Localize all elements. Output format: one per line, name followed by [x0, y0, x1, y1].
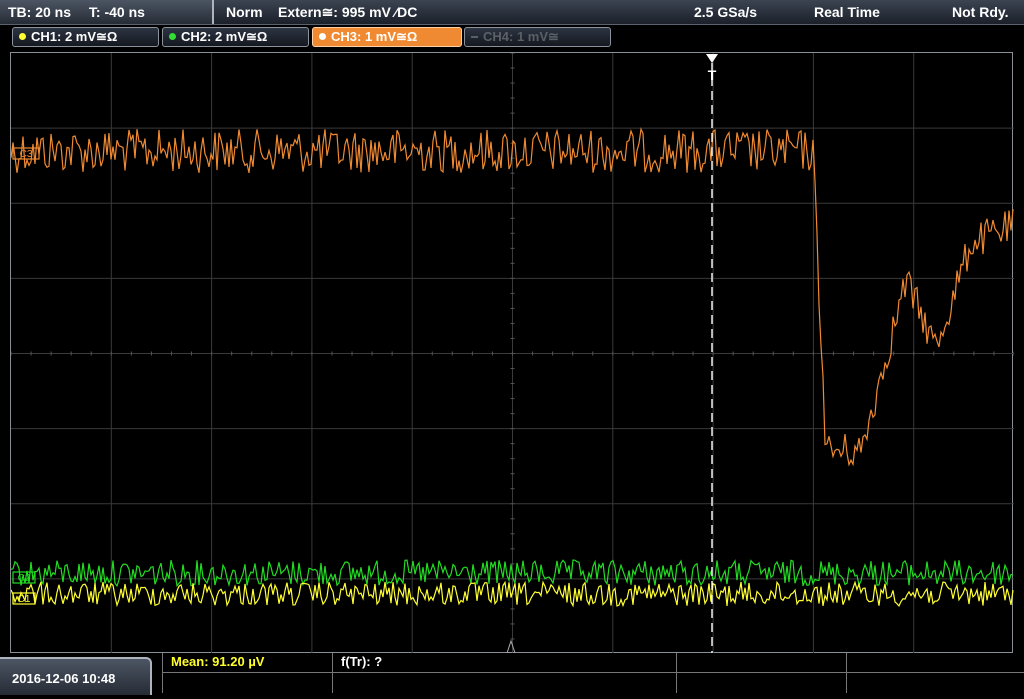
datetime: 2016-12-06 10:48 [0, 657, 152, 695]
channel-3-tab[interactable]: CH3: 1 mV≅Ω [312, 27, 462, 47]
channel-1-marker-label: C1 [18, 594, 31, 605]
timebase-value[interactable]: TB: 20 ns [8, 4, 71, 20]
status-bar: TB: 20 ns T: -40 ns Norm Extern≅: 995 mV… [0, 0, 1024, 25]
channel-tabs: CH1: 2 mV≅Ω CH2: 2 mV≅Ω CH3: 1 mV≅Ω CH4:… [0, 25, 1024, 49]
channel-2-label: CH2: 2 mV≅Ω [181, 29, 268, 44]
measurement-slot-3[interactable] [676, 653, 846, 673]
acquisition-state: Not Rdy. [952, 4, 1009, 20]
channel-1-dot-icon [19, 33, 26, 40]
channel-3-label: CH3: 1 mV≅Ω [331, 29, 418, 44]
trigger-source[interactable]: Extern≅: 995 mV ⁄DC [278, 0, 417, 24]
channel-1-tab[interactable]: CH1: 2 mV≅Ω [12, 27, 159, 47]
measurement-mean[interactable]: Mean: 91.20 µV [162, 653, 332, 673]
channel-1-label: CH1: 2 mV≅Ω [31, 29, 118, 44]
trigger-arrow-icon[interactable] [706, 54, 718, 63]
channel-4-dash-icon [471, 36, 478, 38]
measurement-slot-6[interactable] [332, 673, 676, 693]
channel-4-label: CH4: 1 mV≅ [483, 29, 559, 44]
channel-3-dot-icon [319, 33, 326, 40]
channel-2-tab[interactable]: CH2: 2 mV≅Ω [162, 27, 309, 47]
channel-3-marker-label: C3 [20, 149, 33, 160]
trigger-marker-label: T [708, 67, 717, 83]
channel-2-dot-icon [169, 33, 176, 40]
waveform-canvas[interactable]: T C3 C2 C1 [11, 53, 1014, 654]
timebase-panel[interactable]: TB: 20 ns T: -40 ns [0, 0, 214, 24]
acquisition-mode[interactable]: Real Time [814, 0, 880, 24]
measurement-slot-7[interactable] [676, 673, 846, 693]
measurement-frequency[interactable]: f(Tr): ? [332, 653, 676, 673]
trigger-position-bottom-icon [506, 639, 516, 654]
bottom-bar: 2016-12-06 10:48 Mean: 91.20 µV f(Tr): ? [0, 653, 1024, 695]
channel-4-tab[interactable]: CH4: 1 mV≅ [464, 27, 611, 47]
waveform-display[interactable]: T C3 C2 C1 [10, 52, 1014, 654]
measurement-slot-5[interactable] [162, 673, 332, 693]
trigger-time-value[interactable]: T: -40 ns [89, 4, 145, 20]
trigger-mode[interactable]: Norm [226, 0, 263, 24]
sample-rate[interactable]: 2.5 GSa/s [694, 0, 757, 24]
measurement-slot-8[interactable] [846, 673, 1024, 693]
channel-2-marker-label: C2 [18, 573, 31, 584]
measurement-slot-4[interactable] [846, 653, 1024, 673]
